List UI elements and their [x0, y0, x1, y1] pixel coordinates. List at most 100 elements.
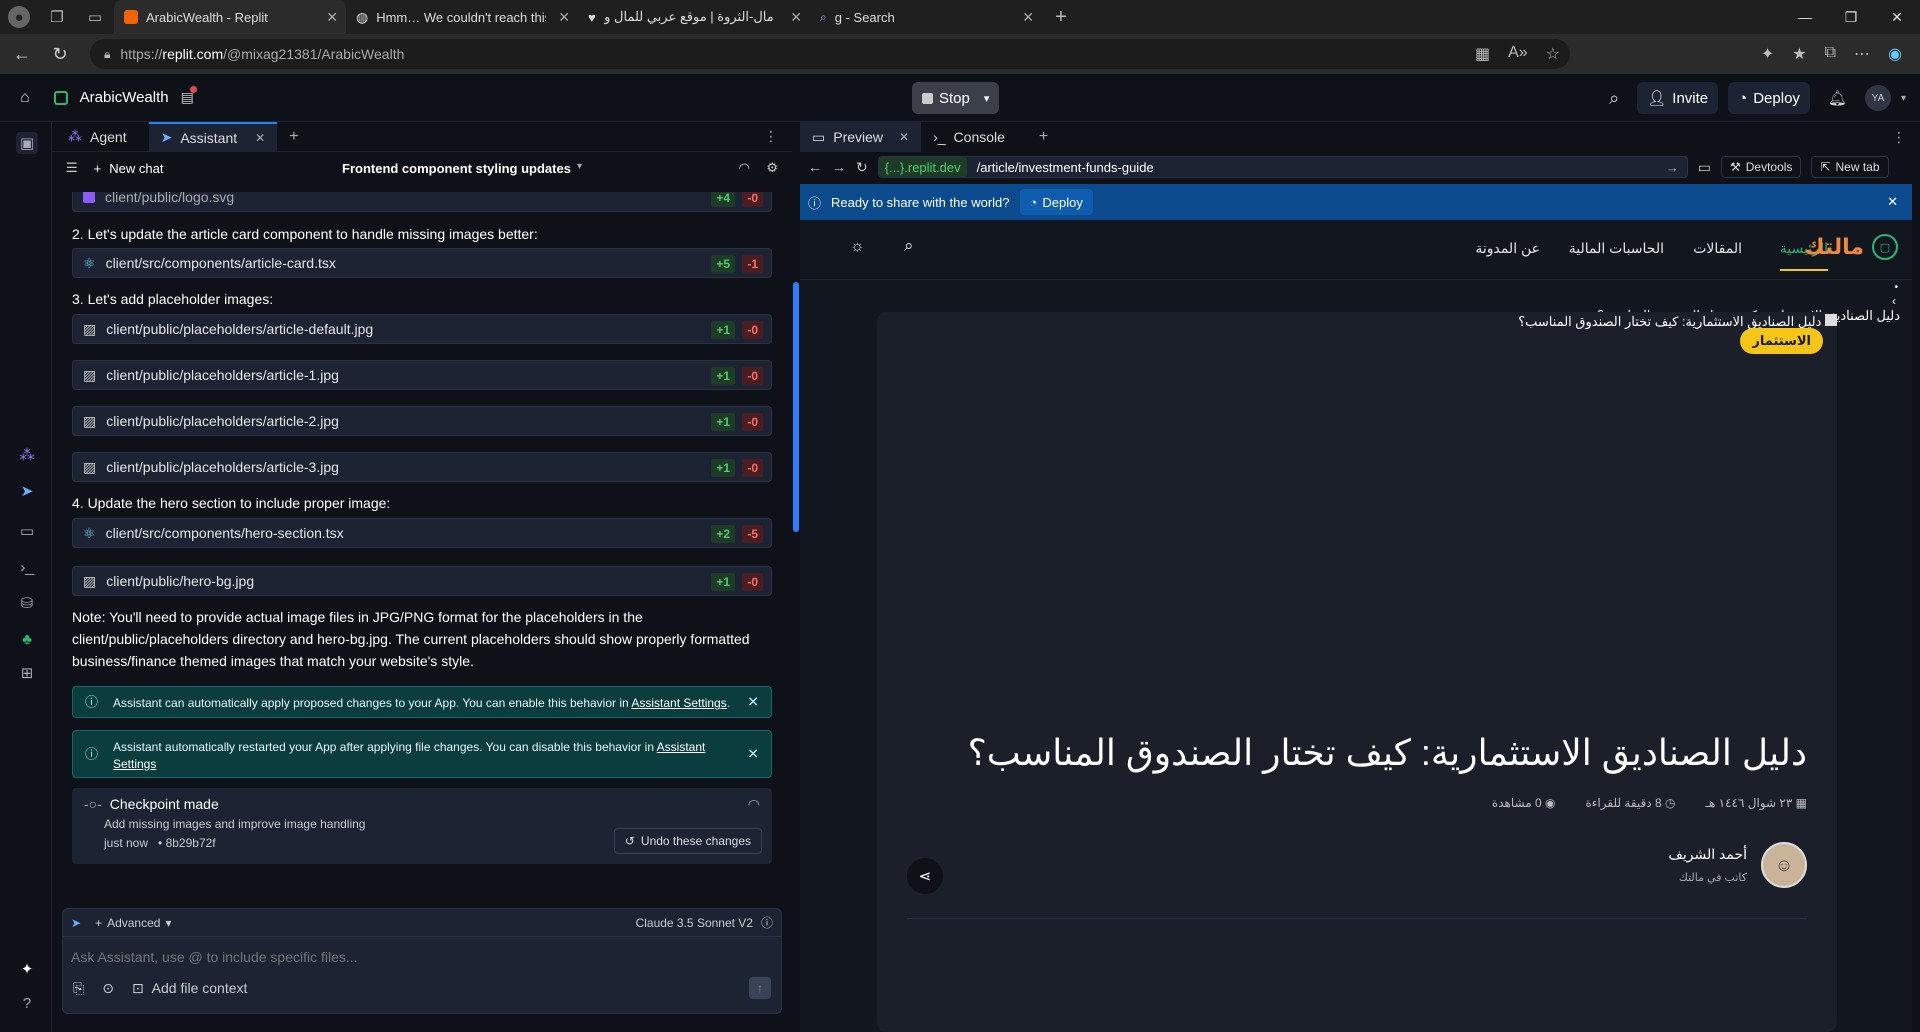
assistant-settings-link[interactable]: Assistant Settings	[631, 696, 726, 710]
settings-icon[interactable]: ⊙	[102, 980, 114, 997]
close-tab-icon[interactable]: ✕	[326, 9, 338, 26]
stop-button[interactable]: Stop ▾	[912, 82, 1000, 114]
browser-tab-arabic[interactable]: ♥ مال-الثروة | موقع عربي للمال والأعمال …	[578, 0, 810, 34]
file-change[interactable]: ▨ client/public/placeholders/article-3.j…	[72, 452, 772, 482]
nav-link-articles[interactable]: المقالات	[1693, 240, 1742, 257]
close-tab-icon[interactable]: ✕	[1022, 9, 1034, 26]
copilot-icon[interactable]: ◉	[1888, 44, 1902, 64]
help-icon[interactable]: ?	[16, 992, 38, 1014]
speed-icon[interactable]: ◠	[739, 160, 750, 176]
url-field[interactable]: 🔒︎ https://replit.com/@mixag21381/Arabic…	[90, 39, 1570, 69]
file-change[interactable]: ▨ client/public/placeholders/article-2.j…	[72, 406, 772, 436]
files-icon[interactable]: ▣	[16, 132, 38, 154]
repl-name[interactable]: ArabicWealth	[80, 89, 169, 106]
tab-preview[interactable]: ▭ Preview ✕	[800, 122, 922, 152]
search-icon[interactable]: ⌕	[904, 236, 914, 256]
close-tab-icon[interactable]: ✕	[899, 130, 909, 144]
undo-changes-button[interactable]: ↺ Undo these changes	[613, 828, 762, 854]
close-window-icon[interactable]: ✕	[1874, 0, 1920, 34]
assistant-input[interactable]	[71, 941, 771, 973]
info-icon[interactable]: ⓘ	[761, 914, 773, 931]
add-tab-icon[interactable]: +	[1039, 128, 1048, 146]
model-selector[interactable]: Claude 3.5 Sonnet V2	[636, 916, 753, 930]
tab-agent[interactable]: ⁂ Agent	[56, 122, 139, 152]
share-deploy-button[interactable]: ◔ Deploy	[1019, 189, 1093, 215]
invite-button[interactable]: 👤︎ Invite	[1637, 82, 1719, 114]
add-tab-icon[interactable]: +	[289, 128, 298, 146]
scrollbar-thumb[interactable]	[793, 282, 799, 532]
more-vertical-icon[interactable]: ⋮	[764, 128, 778, 145]
file-change[interactable]: ▨ client/public/placeholders/article-def…	[72, 314, 772, 344]
close-tab-icon[interactable]: ✕	[255, 131, 265, 145]
close-tab-icon[interactable]: ✕	[790, 9, 802, 26]
devtools-button[interactable]: ⚒ Devtools	[1720, 156, 1802, 178]
file-change[interactable]: ⚛ client/src/components/article-card.tsx…	[72, 248, 772, 278]
nav-link-about[interactable]: عن المدونة	[1475, 240, 1540, 257]
chevron-down-icon[interactable]: ▾	[1901, 93, 1906, 104]
history-list-icon[interactable]: ☰	[66, 160, 78, 176]
site-logo[interactable]: مالتك ▢	[1804, 234, 1898, 260]
favorite-star-icon[interactable]: ☆	[1546, 44, 1560, 64]
attach-icon[interactable]: ⎘	[73, 980, 84, 997]
workspaces-icon[interactable]: ❐	[46, 6, 68, 28]
file-change[interactable]: client/public/logo.svg +4 -0	[72, 192, 772, 212]
extensions-icon[interactable]: ✦	[1761, 44, 1774, 64]
browser-tab-error[interactable]: ◍ Hmm… We couldn't reach this app ✕	[346, 0, 578, 34]
tab-assistant[interactable]: ➤ Assistant ✕	[148, 121, 278, 152]
checkpoint-hash[interactable]: • 8b29b72f	[158, 836, 216, 850]
bell-icon[interactable]: 🔔︎	[1828, 89, 1847, 107]
minimize-icon[interactable]: —	[1782, 0, 1828, 34]
file-change[interactable]: ▨ client/public/placeholders/article-1.j…	[72, 360, 772, 390]
search-icon[interactable]: ⌕	[1609, 88, 1619, 109]
restore-icon[interactable]: ❐	[1828, 0, 1874, 34]
tab-actions-icon[interactable]: ▭	[84, 6, 106, 28]
share-icon[interactable]: ⋖	[907, 858, 943, 894]
author-name[interactable]: أحمد الشريف	[1668, 846, 1747, 863]
all-tools-icon[interactable]: ⊞	[16, 662, 38, 684]
sun-icon[interactable]: ☼	[850, 238, 865, 256]
assistant-icon[interactable]: ➤	[16, 480, 38, 502]
webview-icon[interactable]: ▭	[16, 520, 38, 542]
collections-icon[interactable]: ⧉	[1825, 44, 1836, 64]
devices-icon[interactable]: ▭	[1698, 159, 1711, 176]
sparkle-icon[interactable]: ✦	[16, 958, 38, 980]
read-aloud-icon[interactable]: A»	[1508, 44, 1528, 64]
preview-url-field[interactable]: {...}.replit.dev /article/investment-fun…	[877, 156, 1688, 178]
file-change[interactable]: ⚛ client/src/components/hero-section.tsx…	[72, 518, 772, 548]
refresh-icon[interactable]: ↻	[44, 38, 76, 70]
refresh-icon[interactable]: ↻	[856, 159, 868, 176]
favorites-icon[interactable]: ★	[1792, 44, 1806, 64]
database-icon[interactable]: ⛁	[16, 592, 38, 614]
panel-divider[interactable]	[792, 122, 800, 1032]
more-icon[interactable]: ⋯	[1854, 44, 1870, 64]
close-tab-icon[interactable]: ✕	[558, 9, 570, 26]
speed-icon[interactable]: ◠	[748, 796, 760, 813]
close-icon[interactable]: ✕	[747, 694, 759, 711]
packages-icon[interactable]: ♣	[16, 628, 38, 650]
close-icon[interactable]: ✕	[747, 746, 759, 763]
nav-link-calculators[interactable]: الحاسبات المالية	[1569, 240, 1664, 257]
profile-icon[interactable]: ●	[8, 6, 30, 28]
advanced-toggle[interactable]: + Advanced ▾	[95, 916, 171, 930]
avatar[interactable]: YA	[1864, 85, 1891, 111]
close-icon[interactable]: ✕	[1887, 194, 1898, 210]
agent-icon[interactable]: ⁂	[16, 444, 38, 466]
shell-icon[interactable]: ›_	[16, 556, 38, 578]
new-chat-button[interactable]: + New chat	[94, 161, 164, 176]
back-icon[interactable]: ←	[808, 159, 822, 175]
home-icon[interactable]: ⌂	[20, 89, 30, 107]
app-available-icon[interactable]: ▦	[1475, 44, 1490, 64]
add-file-context-button[interactable]: ⊡ Add file context	[132, 980, 247, 997]
new-tab-button[interactable]: ⇱ New tab	[1811, 156, 1889, 178]
deploy-button[interactable]: ◔ Deploy	[1728, 82, 1810, 114]
notification-badge-icon[interactable]: ▤	[181, 86, 197, 106]
more-vertical-icon[interactable]: ⋮	[1892, 129, 1906, 146]
new-tab-icon[interactable]: +	[1050, 6, 1072, 28]
browser-tab-replit[interactable]: ArabicWealth - Replit ✕	[114, 0, 346, 34]
go-icon[interactable]: →	[1666, 160, 1679, 175]
chevron-down-icon[interactable]: ▾	[984, 92, 990, 105]
send-icon[interactable]: ↑	[749, 977, 771, 999]
author-avatar[interactable]: ☺	[1761, 842, 1807, 888]
back-icon[interactable]: ←	[6, 38, 38, 70]
tab-console[interactable]: ›_ Console	[921, 122, 1017, 152]
